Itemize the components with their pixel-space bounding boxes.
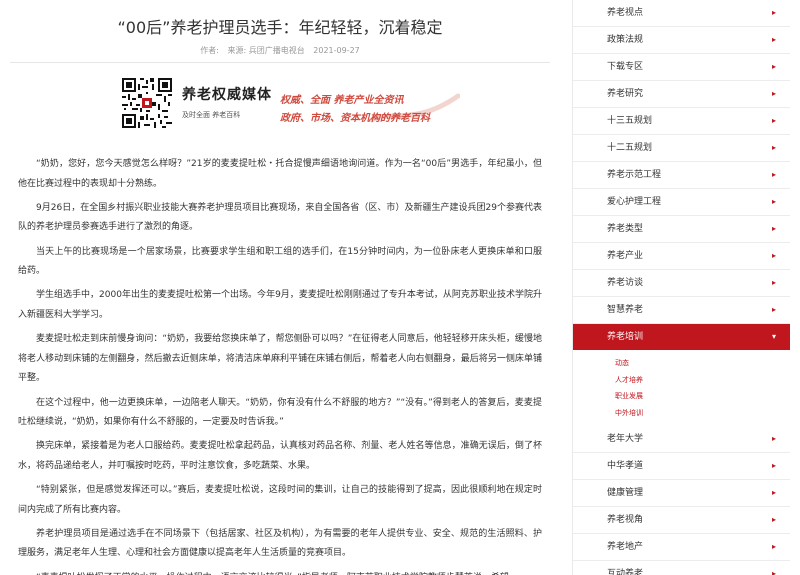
media-banner: 养老权威媒体 及时全面 养老百科 权威、全面 养老产业全资讯 政府、市场、资本机…: [120, 76, 460, 134]
meta-source: 来源: 兵团广播电视台: [227, 46, 305, 55]
sidebar-subitem[interactable]: 职业发展: [573, 388, 790, 405]
sidebar-item-active[interactable]: 养老培训 ▾: [573, 324, 790, 350]
article-paragraph: 养老护理员项目是通过选手在不同场景下（包括居家、社区及机构），为有需要的老年人提…: [18, 528, 542, 559]
triangle-right-icon: ▸: [771, 62, 776, 71]
article-paragraph: 麦麦提吐松走到床前慢身询问：“奶奶，我要给您换床单了，帮您侧卧可以吗？”在征得老…: [18, 334, 542, 384]
qr-code-icon: [120, 76, 174, 130]
sidebar-item-label: 养老访谈: [607, 278, 644, 288]
triangle-right-icon: ▸: [771, 514, 776, 524]
article-paragraph: 9月26日，在全国乡村振兴职业技能大赛养老护理员项目比赛现场，来自全国各省（区、…: [18, 202, 542, 233]
meta-author: 作者:: [200, 46, 219, 55]
sidebar-item[interactable]: 养老示范工程 ▸: [573, 162, 790, 189]
sidebar-item-label: 下载专区: [607, 62, 644, 72]
meta-date: 2021-09-27: [313, 46, 360, 55]
brand-title: 养老权威媒体: [182, 87, 272, 103]
sidebar-item[interactable]: 十二五规划 ▸: [573, 135, 790, 162]
sidebar-item-label: 养老地产: [607, 541, 644, 552]
sidebar-item-label: 中华孝道: [607, 460, 644, 471]
sidebar-item[interactable]: 政策法规 ▸: [573, 27, 790, 54]
article-area: “00后”养老护理员选手：年纪轻轻，沉着稳定 作者: 来源: 兵团广播电视台 2…: [0, 0, 560, 575]
sidebar-item-label: 十三五规划: [607, 116, 653, 126]
sidebar-item[interactable]: 养老视点 ▸: [573, 0, 790, 27]
sidebar-item[interactable]: 养老研究 ▸: [573, 81, 790, 108]
sidebar-item[interactable]: 中华孝道 ▸: [573, 453, 790, 480]
sidebar-item[interactable]: 爱心护理工程 ▸: [573, 189, 790, 216]
sidebar-item[interactable]: 十三五规划 ▸: [573, 108, 790, 135]
article-paragraph: 换完床单，紧接着是为老人口服给药。麦麦提吐松拿起药品，认真核对药品名称、剂量、老…: [18, 441, 542, 471]
sidebar-item[interactable]: 养老类型 ▸: [573, 216, 790, 243]
article-paragraph: “麦麦提吐松发挥了正常的水平，操作过程中，语言交流比较得当。”指导老师、阿克苏职…: [18, 569, 542, 575]
sidebar-item[interactable]: 互动养老 ▸: [573, 561, 790, 575]
triangle-right-icon: ▸: [771, 541, 776, 551]
triangle-down-icon: ▾: [771, 332, 776, 341]
triangle-right-icon: ▸: [771, 278, 776, 287]
sidebar-item-label: 养老示范工程: [607, 170, 662, 180]
article-paragraph: 学生组选手中，2000年出生的麦麦提吐松第一个出场。今年9月，麦麦提吐松刚刚通过…: [18, 290, 542, 320]
sidebar-item[interactable]: 下载专区 ▸: [573, 54, 790, 81]
triangle-right-icon: ▸: [771, 568, 776, 575]
sidebar-item-label: 养老培训: [607, 332, 644, 342]
banner-slogan-line2: 政府、市场、资本机构的养老百科: [280, 113, 430, 124]
sidebar-subitem[interactable]: 动态: [573, 355, 790, 372]
triangle-right-icon: ▸: [771, 8, 776, 17]
article-paragraph: “奶奶，您好，您今天感觉怎么样呀？”21岁的麦麦提吐松・托合提慢声细语地询问道。…: [18, 159, 542, 189]
category-sidebar: 养老视点 ▸ 政策法规 ▸ 下载专区 ▸ 养老研究 ▸ 十三五规划 ▸ 十二五规划 ▸ 养老示范工程 ▸ 爱…: [573, 0, 790, 575]
banner-slogan-line1: 权威、全面 养老产业全资讯: [280, 95, 404, 106]
triangle-right-icon: ▸: [771, 251, 776, 260]
sidebar-item-label: 老年大学: [607, 433, 644, 444]
sidebar-item-label: 养老视角: [607, 514, 644, 525]
sidebar-item-label: 养老研究: [607, 89, 644, 99]
sidebar-item[interactable]: 智慧养老 ▸: [573, 297, 790, 324]
triangle-right-icon: ▸: [771, 460, 776, 470]
sidebar-item-label: 养老视点: [607, 8, 644, 18]
brand-subtitle: 及时全面 养老百科: [182, 111, 241, 119]
sidebar-item-label: 智慧养老: [607, 305, 644, 315]
sidebar-item[interactable]: 养老视角 ▸: [573, 507, 790, 534]
sidebar-item-label: 互动养老: [607, 568, 644, 575]
triangle-right-icon: ▸: [771, 89, 776, 98]
triangle-right-icon: ▸: [771, 224, 776, 233]
article-title: “00后”养老护理员选手：年纪轻轻，沉着稳定: [117, 18, 443, 37]
sidebar-item-label: 养老类型: [607, 224, 644, 234]
sidebar-item-label: 养老产业: [607, 251, 644, 261]
sidebar-item[interactable]: 养老产业 ▸: [573, 243, 790, 270]
triangle-right-icon: ▸: [771, 433, 776, 443]
title-divider: [10, 62, 550, 63]
sidebar-item-label: 健康管理: [607, 487, 644, 498]
article-paragraph: 当天上午的比赛现场是一个居家场景，比赛要求学生组和职工组的选手们，在15分钟时间…: [18, 246, 542, 277]
sidebar-subitem[interactable]: 中外培训: [573, 405, 790, 422]
sidebar-item-label: 政策法规: [607, 35, 644, 45]
triangle-right-icon: ▸: [771, 197, 776, 206]
triangle-right-icon: ▸: [771, 116, 776, 125]
sidebar-item[interactable]: 养老访谈 ▸: [573, 270, 790, 297]
sidebar-item-label: 爱心护理工程: [607, 197, 662, 207]
sidebar-item[interactable]: 养老地产 ▸: [573, 534, 790, 561]
sidebar-item-label: 十二五规划: [607, 143, 653, 153]
article-body: “奶奶，您好，您今天感觉怎么样呀？”21岁的麦麦提吐松・托合提慢声细语地询问道。…: [18, 155, 542, 575]
article-paragraph: “特别紧张，但是感觉发挥还可以。”赛后，麦麦提吐松说，这段时间的集训，让自己的技…: [18, 485, 542, 515]
sidebar-item[interactable]: 老年大学 ▸: [573, 426, 790, 453]
triangle-right-icon: ▸: [771, 35, 776, 44]
sidebar-subitem[interactable]: 人才培养: [573, 372, 790, 389]
article-meta: 作者: 来源: 兵团广播电视台 2021-09-27: [0, 45, 560, 56]
sidebar-item[interactable]: 健康管理 ▸: [573, 480, 790, 507]
triangle-right-icon: ▸: [771, 487, 776, 497]
triangle-right-icon: ▸: [771, 170, 776, 179]
article-paragraph: 在这个过程中，他一边更换床单，一边陪老人聊天。“奶奶，你有没有什么不舒服的地方？…: [18, 397, 542, 428]
triangle-right-icon: ▸: [771, 305, 776, 314]
triangle-right-icon: ▸: [771, 143, 776, 152]
